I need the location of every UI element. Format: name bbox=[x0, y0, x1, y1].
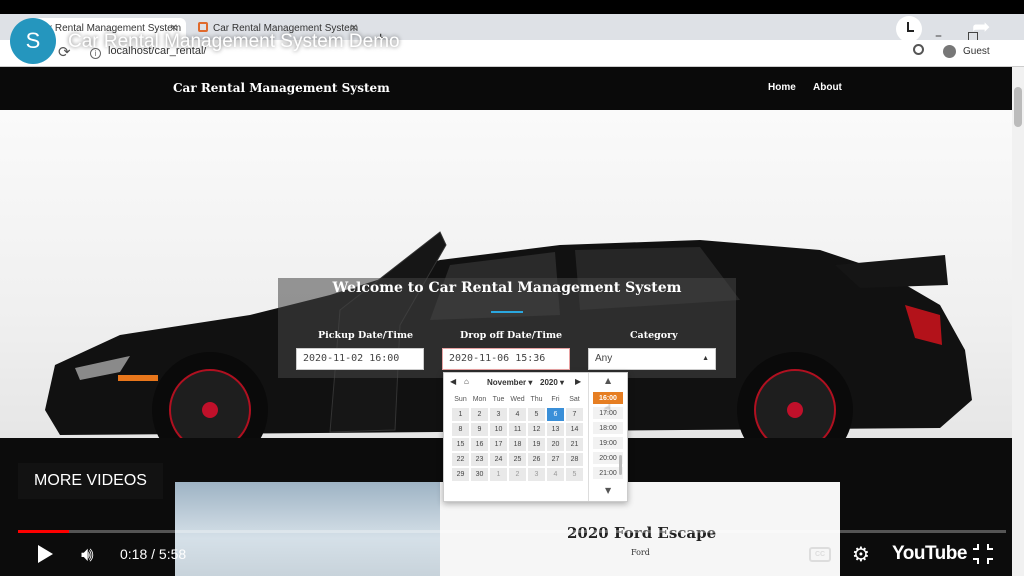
calendar-day[interactable]: 1 bbox=[489, 467, 508, 482]
watch-later-label[interactable]: Watch later bbox=[869, 52, 934, 67]
calendar-day[interactable]: 14 bbox=[565, 422, 584, 437]
calendar-day[interactable]: 17 bbox=[489, 437, 508, 452]
weekday-header: Mon bbox=[472, 396, 487, 403]
category-select-value: Any bbox=[595, 353, 613, 364]
car-listing-brand: Ford bbox=[631, 548, 650, 557]
video-title[interactable]: Car Rental Management System Demo bbox=[68, 31, 400, 53]
car-listing-image bbox=[175, 482, 440, 576]
video-progress-fill bbox=[18, 530, 70, 533]
dropoff-datetime-input[interactable]: 2020-11-06 15:36 bbox=[442, 348, 570, 370]
share-label[interactable]: Share bbox=[965, 52, 1000, 67]
page-scrollbar[interactable] bbox=[1012, 67, 1024, 576]
calendar-day[interactable]: 3 bbox=[527, 467, 546, 482]
calendar-day[interactable]: 16 bbox=[470, 437, 489, 452]
picker-year[interactable]: 2020 ▾ bbox=[540, 378, 564, 387]
weekday-header: Sat bbox=[569, 396, 580, 403]
share-icon[interactable]: ➦ bbox=[972, 16, 990, 40]
site-brand[interactable]: Car Rental Management System bbox=[173, 81, 390, 95]
video-progress-bar[interactable] bbox=[18, 530, 1006, 533]
time-scroll-up-icon[interactable]: ▲ bbox=[605, 376, 611, 385]
time-list-scrollbar[interactable] bbox=[619, 455, 622, 475]
calendar-day[interactable]: 19 bbox=[527, 437, 546, 452]
calendar-day[interactable]: 15 bbox=[451, 437, 470, 452]
picker-header: ◀ ⌂ November ▾ 2020 ▾ ▶ bbox=[444, 375, 586, 391]
today-icon[interactable]: ⌂ bbox=[464, 377, 469, 386]
nav-home-link[interactable]: Home bbox=[768, 82, 796, 93]
weekday-header: Wed bbox=[510, 396, 525, 403]
youtube-logo[interactable]: YouTube bbox=[892, 543, 967, 565]
calendar-day[interactable]: 5 bbox=[565, 467, 584, 482]
weekday-header: Thu bbox=[530, 396, 543, 403]
calendar-day[interactable]: 29 bbox=[451, 467, 470, 482]
calendar-day[interactable]: 9 bbox=[470, 422, 489, 437]
calendar-day[interactable]: 3 bbox=[489, 407, 508, 422]
volume-icon[interactable]: 🔊︎ bbox=[81, 543, 94, 565]
weekday-header: Tue bbox=[492, 396, 505, 403]
next-month-icon[interactable]: ▶ bbox=[575, 377, 581, 386]
time-option[interactable]: 18:00 bbox=[592, 421, 624, 435]
dropoff-label: Drop off Date/Time bbox=[460, 330, 563, 341]
category-label: Category bbox=[630, 330, 678, 341]
time-option[interactable]: 19:00 bbox=[592, 436, 624, 450]
play-icon[interactable] bbox=[38, 545, 53, 563]
weekday-header: Sun bbox=[454, 396, 467, 403]
more-videos-button[interactable]: MORE VIDEOS bbox=[18, 463, 163, 499]
calendar-day[interactable]: 22 bbox=[451, 452, 470, 467]
video-time: 0:18 / 5:58 bbox=[120, 546, 187, 562]
scrollbar-thumb[interactable] bbox=[1014, 87, 1022, 127]
calendar-day[interactable]: 28 bbox=[565, 452, 584, 467]
top-letterbox bbox=[0, 0, 1024, 14]
datetime-picker: ◀ ⌂ November ▾ 2020 ▾ ▶ Sun Mon Tue Wed Thu F… bbox=[443, 372, 628, 502]
weekday-header: Fri bbox=[551, 396, 560, 403]
select-arrows-icon: ▲ bbox=[702, 355, 709, 362]
category-select[interactable]: Any ▲ bbox=[588, 348, 716, 370]
picker-month[interactable]: November ▾ bbox=[487, 378, 532, 387]
calendar-day[interactable]: 7 bbox=[565, 407, 584, 422]
calendar-day[interactable]: 5 bbox=[527, 407, 546, 422]
captions-button[interactable]: CC bbox=[809, 547, 831, 562]
channel-avatar[interactable]: S bbox=[10, 18, 56, 64]
prev-month-icon[interactable]: ◀ bbox=[450, 377, 456, 386]
welcome-heading: Welcome to Car Rental Management System bbox=[332, 280, 682, 296]
calendar-day[interactable]: 2 bbox=[470, 407, 489, 422]
calendar-day[interactable]: 27 bbox=[546, 452, 565, 467]
calendar-day[interactable]: 8 bbox=[451, 422, 470, 437]
site-navbar: Car Rental Management System Home About bbox=[0, 67, 1012, 110]
calendar-day[interactable]: 24 bbox=[489, 452, 508, 467]
time-list: ▲ 16:00 17:00 18:00 19:00 20:00 21:00 ▼ bbox=[588, 373, 628, 501]
profile-icon[interactable] bbox=[943, 45, 956, 58]
calendar-day[interactable]: 13 bbox=[546, 422, 565, 437]
settings-icon[interactable]: ⚙ bbox=[852, 543, 870, 565]
watch-later-icon[interactable] bbox=[896, 16, 922, 42]
calendar-day[interactable]: 2 bbox=[508, 467, 527, 482]
calendar-day[interactable]: 26 bbox=[527, 452, 546, 467]
car-listing-title: 2020 Ford Escape bbox=[567, 524, 717, 542]
calendar-day[interactable]: 1 bbox=[451, 407, 470, 422]
calendar-day[interactable]: 18 bbox=[508, 437, 527, 452]
calendar-day[interactable]: 6 bbox=[546, 407, 565, 422]
exit-fullscreen-icon[interactable] bbox=[973, 544, 993, 564]
time-scroll-down-icon[interactable]: ▼ bbox=[605, 486, 611, 495]
calendar-day[interactable]: 21 bbox=[565, 437, 584, 452]
calendar-day[interactable]: 4 bbox=[508, 407, 527, 422]
pickup-label: Pickup Date/Time bbox=[318, 330, 414, 341]
cursor-icon: ☝ bbox=[604, 402, 612, 416]
calendar-day[interactable]: 12 bbox=[527, 422, 546, 437]
pickup-datetime-input[interactable]: 2020-11-02 16:00 bbox=[296, 348, 424, 370]
calendar-day[interactable]: 30 bbox=[470, 467, 489, 482]
calendar-day[interactable]: 23 bbox=[470, 452, 489, 467]
heading-divider bbox=[491, 311, 523, 313]
calendar-day[interactable]: 4 bbox=[546, 467, 565, 482]
calendar-day[interactable]: 11 bbox=[508, 422, 527, 437]
booking-search-panel: Welcome to Car Rental Management System … bbox=[278, 278, 736, 378]
calendar-day[interactable]: 10 bbox=[489, 422, 508, 437]
calendar-grid: Sun Mon Tue Wed Thu Fri Sat 1 2 3 4 5 6 7 8 9 10 11 12 13 14… bbox=[451, 392, 584, 482]
calendar-day[interactable]: 20 bbox=[546, 437, 565, 452]
nav-about-link[interactable]: About bbox=[813, 82, 842, 93]
calendar-day[interactable]: 25 bbox=[508, 452, 527, 467]
